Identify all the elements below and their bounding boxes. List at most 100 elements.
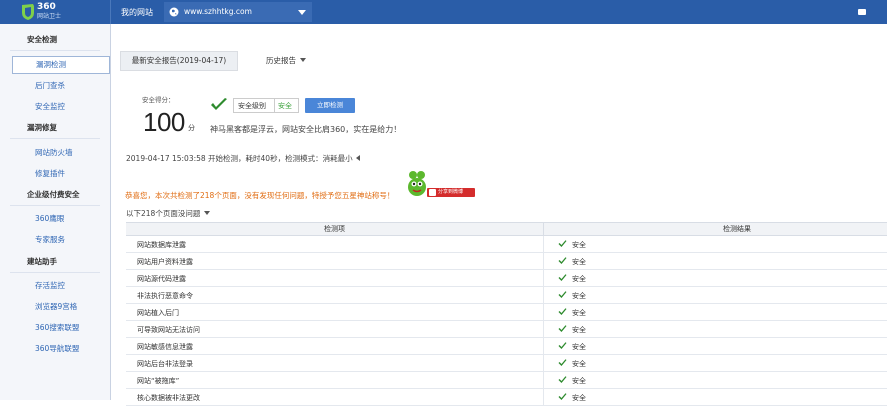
check-result: 安全 xyxy=(572,292,586,300)
divider xyxy=(543,287,544,304)
divider xyxy=(10,272,100,273)
divider xyxy=(543,389,544,406)
main-content: 最新安全报告(2019-04-17) 历史报告 安全得分： 100 分 安全级别… xyxy=(111,24,887,406)
checkmark-icon xyxy=(558,240,567,247)
table-row: 网站敏感信息泄露 安全 xyxy=(126,338,887,355)
sidebar-item-nav-alliance[interactable]: 360导航联盟 xyxy=(0,340,110,358)
sidebar-item-expert-service[interactable]: 专家服务 xyxy=(0,231,110,249)
checkmark-icon xyxy=(558,257,567,264)
divider xyxy=(543,236,544,253)
chevron-down-icon xyxy=(300,58,306,62)
table-row: 网站数据库泄露 安全 xyxy=(126,236,887,253)
check-item-name: 网站后台非法登录 xyxy=(137,360,193,368)
check-result: 安全 xyxy=(572,377,586,385)
sidebar-section-enterprise: 企业级付费安全 xyxy=(27,190,80,199)
security-level-label: 安全级别 xyxy=(238,102,266,110)
site-url: www.szhhtkg.com xyxy=(184,7,252,16)
divider xyxy=(10,50,100,51)
collapse-arrow-icon[interactable] xyxy=(355,155,360,161)
divider xyxy=(543,304,544,321)
pages-scanned-toggle[interactable]: 以下218个页面没问题 xyxy=(126,208,211,219)
top-bar: 360 网站卫士 我的网站 www.szhhtkg.com xyxy=(0,0,887,24)
divider xyxy=(274,99,275,112)
share-label: 分享到微博 xyxy=(438,189,464,195)
sidebar-item-firewall[interactable]: 网站防火墙 xyxy=(0,144,110,162)
check-item-name: 网站植入后门 xyxy=(137,309,179,317)
logo-text: 360 xyxy=(37,2,56,12)
divider xyxy=(543,372,544,389)
sidebar-section-vuln-fix: 漏洞修复 xyxy=(27,123,57,132)
scan-now-button[interactable]: 立即检测 xyxy=(305,98,355,113)
logo-subtitle: 网站卫士 xyxy=(37,13,62,20)
check-result: 安全 xyxy=(572,275,586,283)
chevron-down-icon xyxy=(298,10,306,15)
check-result: 安全 xyxy=(572,394,586,402)
tab-history-report[interactable]: 历史报告 xyxy=(266,55,306,66)
sidebar-item-vuln-scan[interactable]: 漏洞检测 xyxy=(12,56,110,74)
result-message: 恭喜您，本次共检测了218个页面，没有发现任何问题，特授予您五星神站称号！ xyxy=(125,191,395,200)
sidebar-item-security-monitor[interactable]: 安全监控 xyxy=(0,98,110,116)
mascot-icon xyxy=(408,171,426,196)
my-site-link[interactable]: 我的网站 xyxy=(121,7,153,18)
share-weibo-button[interactable]: 分享到微博 xyxy=(427,188,475,197)
divider xyxy=(543,321,544,338)
site-selector[interactable]: www.szhhtkg.com xyxy=(164,2,312,22)
sidebar-item-uptime-monitor[interactable]: 存活监控 xyxy=(0,277,110,295)
table-body: 网站数据库泄露 安全 网站用户资料泄露 安全 网站源代码泄露 安全 非法执行恶意命令 安全 网站… xyxy=(126,236,887,406)
sidebar: 安全检测 漏洞检测 后门查杀 安全监控 漏洞修复 网站防火墙 修复插件 企业级付… xyxy=(0,24,111,400)
divider xyxy=(10,138,100,139)
table-row: 非法执行恶意命令 安全 xyxy=(126,287,887,304)
globe-icon xyxy=(169,7,179,17)
slogan-text: 神马黑客都是浮云，网站安全比肩360，实在是给力！ xyxy=(210,125,402,134)
security-score: 100 xyxy=(143,107,185,137)
checkmark-icon xyxy=(558,359,567,366)
table-header: 检测项 检测结果 xyxy=(126,222,887,236)
table-row: 网站用户资料泄露 安全 xyxy=(126,253,887,270)
check-result: 安全 xyxy=(572,343,586,351)
checkmark-icon xyxy=(558,325,567,332)
divider xyxy=(10,205,100,206)
check-item-name: 可导致网站无法访问 xyxy=(137,326,200,334)
column-header-item: 检测项 xyxy=(324,225,345,233)
security-level-badge: 安全级别 安全 xyxy=(233,98,299,113)
sidebar-item-360-eagle-eye[interactable]: 360鹰眼 xyxy=(0,210,110,228)
sidebar-item-browser-grid[interactable]: 浏览器9宫格 xyxy=(0,298,110,316)
check-item-name: 非法执行恶意命令 xyxy=(137,292,193,300)
logo[interactable]: 360 网站卫士 xyxy=(20,3,70,21)
check-result: 安全 xyxy=(572,241,586,249)
sidebar-item-search-alliance[interactable]: 360搜索联盟 xyxy=(0,319,110,337)
checkmark-icon xyxy=(558,274,567,281)
sidebar-section-security-scan: 安全检测 xyxy=(27,35,57,44)
security-level-value: 安全 xyxy=(278,102,292,110)
mail-icon[interactable] xyxy=(858,9,866,15)
scan-info: 2019-04-17 15:03:58 开始检测，耗时40秒，检测模式：消耗最小 xyxy=(126,153,360,164)
table-row: 可导致网站无法访问 安全 xyxy=(126,321,887,338)
check-item-name: 核心数据被非法更改 xyxy=(137,394,200,402)
results-table: 检测项 检测结果 网站数据库泄露 安全 网站用户资料泄露 安全 网站源代码泄露 安全 非法执… xyxy=(126,222,887,406)
divider xyxy=(543,338,544,355)
divider xyxy=(543,253,544,270)
sidebar-section-site-builder: 建站助手 xyxy=(27,257,57,266)
check-result: 安全 xyxy=(572,309,586,317)
check-item-name: 网站“被拖库” xyxy=(137,377,180,385)
sidebar-item-backdoor-scan[interactable]: 后门查杀 xyxy=(0,77,110,95)
table-row: 网站后台非法登录 安全 xyxy=(126,355,887,372)
divider xyxy=(543,270,544,287)
checkmark-icon xyxy=(211,98,227,110)
pages-scanned-text: 以下218个页面没问题 xyxy=(126,209,201,218)
score-unit: 分 xyxy=(188,124,195,132)
scan-info-text: 2019-04-17 15:03:58 开始检测，耗时40秒，检测模式：消耗最小 xyxy=(126,154,353,163)
tab-history-label: 历史报告 xyxy=(266,56,296,65)
divider xyxy=(543,355,544,372)
divider xyxy=(110,0,111,24)
checkmark-icon xyxy=(558,308,567,315)
check-result: 安全 xyxy=(572,258,586,266)
table-row: 网站“被拖库” 安全 xyxy=(126,372,887,389)
tab-latest-report[interactable]: 最新安全报告(2019-04-17) xyxy=(120,51,238,71)
check-item-name: 网站源代码泄露 xyxy=(137,275,186,283)
sidebar-item-repair-plugin[interactable]: 修复插件 xyxy=(0,165,110,183)
checkmark-icon xyxy=(558,342,567,349)
table-row: 核心数据被非法更改 安全 xyxy=(126,389,887,406)
score-label: 安全得分： xyxy=(142,96,175,104)
check-item-name: 网站数据库泄露 xyxy=(137,241,186,249)
